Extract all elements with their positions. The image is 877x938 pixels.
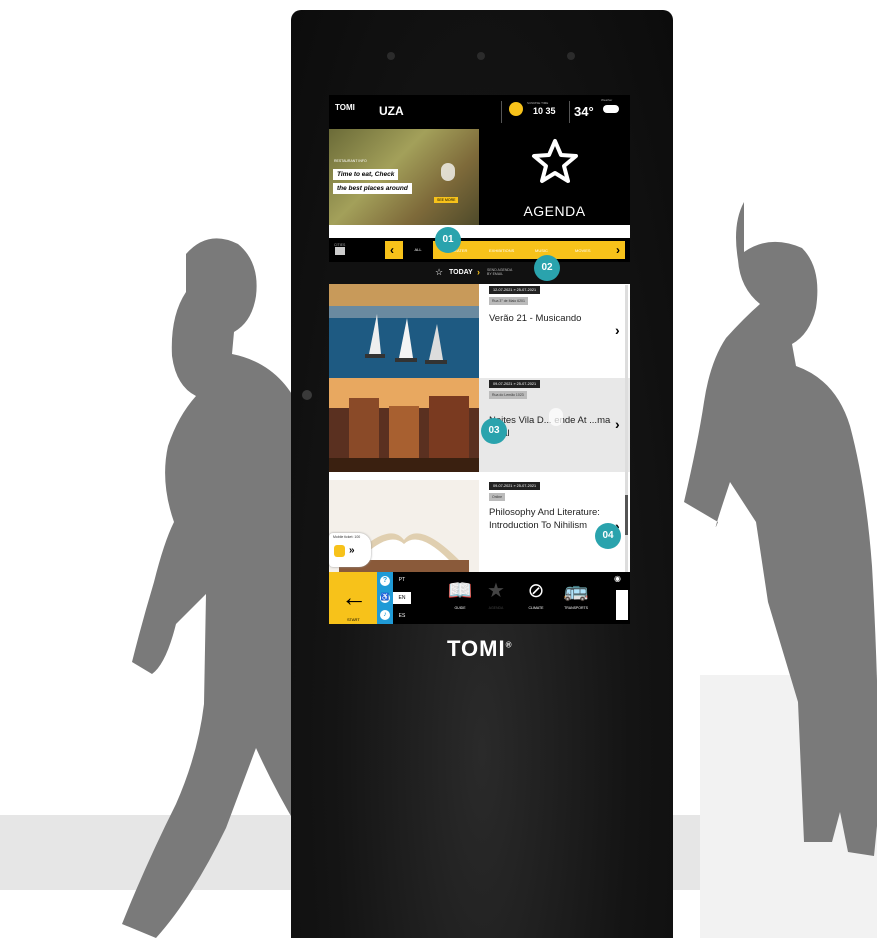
chevron-right-icon[interactable]: › (477, 267, 480, 277)
weather-label: Weather (601, 98, 613, 102)
help-icon[interactable]: ? (380, 576, 390, 586)
double-chevron-icon: » (349, 545, 355, 556)
temperature-display: 34° (574, 104, 594, 119)
book-icon: 📖 (447, 580, 473, 602)
cloud-icon (603, 105, 619, 113)
event-row[interactable]: 12-07-2021 » 25-07-2021 Rua 3° de Maio 6… (329, 284, 630, 378)
sun-icon (509, 102, 523, 116)
city-building-icon[interactable] (335, 247, 345, 255)
start-label: START (347, 617, 360, 622)
agenda-tile[interactable]: AGENDA (479, 129, 630, 225)
star-icon: ★ (487, 580, 505, 602)
event-date: 12-07-2021 » 25-07-2021 (489, 286, 541, 294)
kiosk-brand-logo: TOMI® (447, 636, 513, 661)
promo-tag: RESTAURANT INFO (334, 159, 367, 163)
today-button[interactable]: TODAY (449, 269, 473, 276)
category-all-tab[interactable]: ALL (403, 241, 433, 259)
screen-logo: TOMI (335, 103, 355, 112)
category-prev-button[interactable]: ‹ (385, 241, 399, 259)
divider (569, 101, 570, 123)
callout-badge: 01 (435, 227, 461, 253)
widget-label: Mobile ticket: 100 (333, 535, 361, 539)
category-tab[interactable]: MUSIC (535, 248, 548, 253)
camera-sensor (477, 52, 485, 60)
camera-sensor (567, 52, 575, 60)
bus-icon: 🚌 (563, 580, 589, 602)
sun-label: SUNRISE TIME (527, 101, 549, 105)
callout-badge: 03 (481, 418, 507, 444)
promo-line: Time to eat, Check (333, 169, 399, 180)
event-row[interactable]: 09-07-2021 » 25-07-2021 Online Philosoph… (329, 480, 630, 574)
bottom-nav: ← START ? ♿ ♪ PT EN ES 📖 GUIDE ★ AGENDA … (329, 572, 630, 624)
category-next-button[interactable]: › (611, 241, 625, 259)
event-title: Verão 21 - Musicando (489, 313, 582, 324)
event-row[interactable]: 09-07-2021 » 25-07-2021 Rua do Lemão 102… (329, 378, 630, 472)
language-option[interactable]: PT (393, 574, 411, 586)
callout-badge: 04 (595, 523, 621, 549)
nav-label: GUIDE (454, 606, 466, 610)
send-agenda-email-button[interactable]: SEND AGENDA BY EMAIL (487, 268, 517, 276)
start-button[interactable]: ← START (329, 572, 377, 624)
mobile-ticket-widget[interactable]: Mobile ticket: 100 » (329, 533, 371, 567)
category-bar: CITIES ‹ ALL THEATER EXHIBITIONS MUSIC M… (329, 238, 630, 262)
agenda-title: AGENDA (523, 203, 586, 219)
category-strip: ‹ ALL THEATER EXHIBITIONS MUSIC MOVIES › (385, 241, 625, 259)
nav-climate[interactable]: ⊘ CLIMATE (521, 580, 551, 610)
today-bar: ☆ TODAY › SEND AGENDA BY EMAIL (329, 262, 630, 284)
nav-label: CLIMATE (528, 606, 544, 610)
event-info: 12-07-2021 » 25-07-2021 Rua 3° de Maio 6… (479, 284, 630, 378)
camera-sensor (387, 52, 395, 60)
nav-guide[interactable]: 📖 GUIDE (445, 580, 475, 610)
kiosk-side-button (302, 390, 312, 400)
callout-badge: 02 (534, 255, 560, 281)
kiosk-screen: TOMI UZA SUNRISE TIME 10 35 34° Weather … (329, 95, 630, 624)
touch-hand-icon (441, 163, 455, 181)
agenda-star-icon (532, 139, 578, 183)
category-tab[interactable]: MOVIES (575, 248, 591, 253)
sound-icon[interactable]: ♪ (380, 610, 390, 620)
divider (501, 101, 502, 123)
chevron-right-icon[interactable]: › (615, 416, 620, 432)
town-name: UZA (379, 104, 404, 118)
nav-transports[interactable]: 🚌 TRANSPORTS (561, 580, 591, 610)
phone-icon (334, 545, 345, 557)
nav-agenda[interactable]: ★ AGENDA (481, 580, 511, 610)
restaurant-promo-banner[interactable]: RESTAURANT INFO Time to eat, Check the b… (329, 129, 479, 225)
arrow-left-icon: ← (341, 582, 367, 612)
top-bar: TOMI UZA SUNRISE TIME 10 35 34° Weather (329, 95, 630, 129)
event-location: Online (489, 493, 506, 501)
event-date: 09-07-2021 » 25-07-2021 (489, 380, 541, 388)
time-display: 10 35 (533, 106, 556, 116)
star-icon: ☆ (435, 267, 444, 277)
chevron-right-icon[interactable]: › (615, 322, 620, 338)
event-image-street (329, 378, 479, 472)
see-more-button[interactable]: SEE MORE (434, 197, 459, 203)
accessibility-icon[interactable]: ♿ (380, 593, 390, 603)
language-option[interactable]: ES (393, 610, 411, 622)
rating-tab[interactable] (616, 590, 628, 620)
promo-line: the best places around (333, 183, 412, 194)
compass-icon: ⊘ (527, 580, 545, 602)
language-option[interactable]: EN (393, 592, 411, 604)
event-location: Rua do Lemão 1023 (489, 391, 527, 399)
accessibility-bar: ? ♿ ♪ (377, 572, 393, 624)
event-location: Rua 3° de Maio 6201 (489, 297, 528, 305)
category-tab[interactable]: EXHIBITIONS (489, 248, 514, 253)
event-title: Philosophy And Literature: Introduction … (489, 507, 600, 531)
scrollbar-thumb[interactable] (625, 495, 628, 535)
touch-hand-icon (549, 408, 563, 426)
nav-label: TRANSPORTS (564, 606, 588, 610)
camera-icon[interactable]: ◉ (614, 574, 627, 586)
event-image-harbor (329, 284, 479, 378)
nav-label: AGENDA (488, 606, 504, 610)
event-date: 09-07-2021 » 25-07-2021 (489, 482, 541, 490)
